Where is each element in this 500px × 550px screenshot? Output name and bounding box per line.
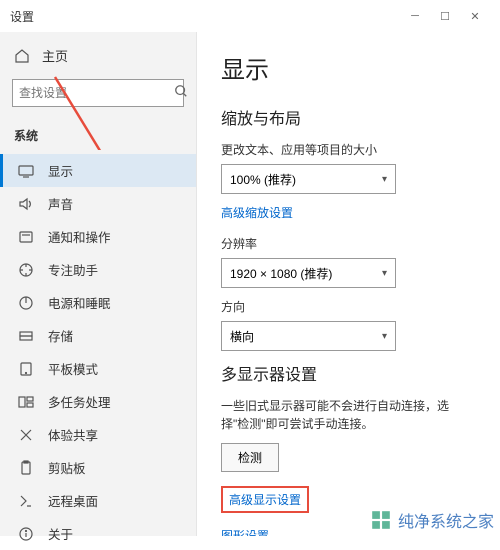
sidebar-item-label: 关于 <box>48 524 73 543</box>
remote-icon <box>18 493 34 509</box>
advanced-display-link[interactable]: 高级显示设置 <box>221 486 309 513</box>
sidebar-item-remote[interactable]: 远程桌面 <box>0 484 196 517</box>
home-label: 主页 <box>42 46 68 65</box>
search-input[interactable] <box>12 79 184 107</box>
home-icon <box>14 48 30 64</box>
resolution-dropdown[interactable]: 1920 × 1080 (推荐) ▾ <box>221 258 396 288</box>
orientation-dropdown[interactable]: 横向 ▾ <box>221 321 396 351</box>
sidebar-item-power[interactable]: 电源和睡眠 <box>0 286 196 319</box>
scale-section-heading: 缩放与布局 <box>221 105 476 129</box>
clipboard-icon <box>18 460 34 476</box>
resolution-label: 分辨率 <box>221 235 476 252</box>
sidebar-item-share[interactable]: 体验共享 <box>0 418 196 451</box>
sidebar-item-clipboard[interactable]: 剪贴板 <box>0 451 196 484</box>
watermark-text: 纯净系统之家 <box>398 508 494 532</box>
sidebar-item-label: 剪贴板 <box>48 458 86 477</box>
storage-icon <box>18 328 34 344</box>
tablet-icon <box>18 361 34 377</box>
multi-desc: 一些旧式显示器可能不会进行自动连接，选择"检测"即可尝试手动连接。 <box>221 397 476 433</box>
sidebar-item-label: 体验共享 <box>48 425 98 444</box>
sidebar-item-notifications[interactable]: 通知和操作 <box>0 220 196 253</box>
graphics-link[interactable]: 图形设置 <box>221 527 269 536</box>
sidebar-item-label: 存储 <box>48 326 73 345</box>
sidebar-item-label: 远程桌面 <box>48 491 98 510</box>
multi-section-heading: 多显示器设置 <box>221 361 476 385</box>
focus-icon <box>18 262 34 278</box>
sidebar-item-about[interactable]: 关于 <box>0 517 196 550</box>
minimize-button[interactable]: ─ <box>400 0 430 32</box>
sidebar-item-display[interactable]: 显示 <box>0 154 196 187</box>
sidebar-item-label: 通知和操作 <box>48 227 111 246</box>
text-size-label: 更改文本、应用等项目的大小 <box>221 141 476 158</box>
maximize-button[interactable]: ☐ <box>430 0 460 32</box>
sidebar-item-storage[interactable]: 存储 <box>0 319 196 352</box>
sidebar-item-label: 多任务处理 <box>48 392 111 411</box>
page-title: 显示 <box>221 50 476 85</box>
about-icon <box>18 526 34 542</box>
sidebar-item-label: 专注助手 <box>48 260 98 279</box>
chevron-down-icon: ▾ <box>382 331 387 342</box>
power-icon <box>18 295 34 311</box>
notification-icon <box>18 229 34 245</box>
orientation-label: 方向 <box>221 298 476 315</box>
sidebar-item-focus[interactable]: 专注助手 <box>0 253 196 286</box>
content: 显示 缩放与布局 更改文本、应用等项目的大小 100% (推荐) ▾ 高级缩放设… <box>197 32 500 536</box>
sidebar-item-label: 平板模式 <box>48 359 98 378</box>
window-title: 设置 <box>10 8 400 25</box>
window-controls: ─ ☐ ✕ <box>400 0 490 32</box>
section-label: 系统 <box>0 121 196 154</box>
advanced-scale-link[interactable]: 高级缩放设置 <box>221 204 293 221</box>
watermark: 纯净系统之家 <box>370 508 494 532</box>
sidebar-item-multitask[interactable]: 多任务处理 <box>0 385 196 418</box>
orientation-value: 横向 <box>230 328 254 345</box>
home-link[interactable]: 主页 <box>0 40 196 71</box>
resolution-value: 1920 × 1080 (推荐) <box>230 265 332 282</box>
sidebar-item-label: 显示 <box>48 161 73 180</box>
chevron-down-icon: ▾ <box>382 174 387 185</box>
share-icon <box>18 427 34 443</box>
close-button[interactable]: ✕ <box>460 0 490 32</box>
search-field[interactable] <box>19 86 174 100</box>
display-icon <box>18 163 34 179</box>
detect-button[interactable]: 检测 <box>221 443 279 472</box>
sidebar-item-label: 电源和睡眠 <box>48 293 111 312</box>
multitask-icon <box>18 394 34 410</box>
nav-list: 显示 声音 通知和操作 专注助手 电源和睡眠 存储 <box>0 154 196 550</box>
sidebar-item-tablet[interactable]: 平板模式 <box>0 352 196 385</box>
text-size-dropdown[interactable]: 100% (推荐) ▾ <box>221 164 396 194</box>
text-size-value: 100% (推荐) <box>230 171 296 188</box>
search-icon <box>174 84 188 103</box>
sidebar: 主页 系统 显示 声音 通知和操作 <box>0 32 197 536</box>
sidebar-item-label: 声音 <box>48 194 73 213</box>
sidebar-item-sound[interactable]: 声音 <box>0 187 196 220</box>
chevron-down-icon: ▾ <box>382 268 387 279</box>
titlebar: 设置 ─ ☐ ✕ <box>0 0 500 32</box>
sound-icon <box>18 196 34 212</box>
watermark-icon <box>370 509 392 531</box>
